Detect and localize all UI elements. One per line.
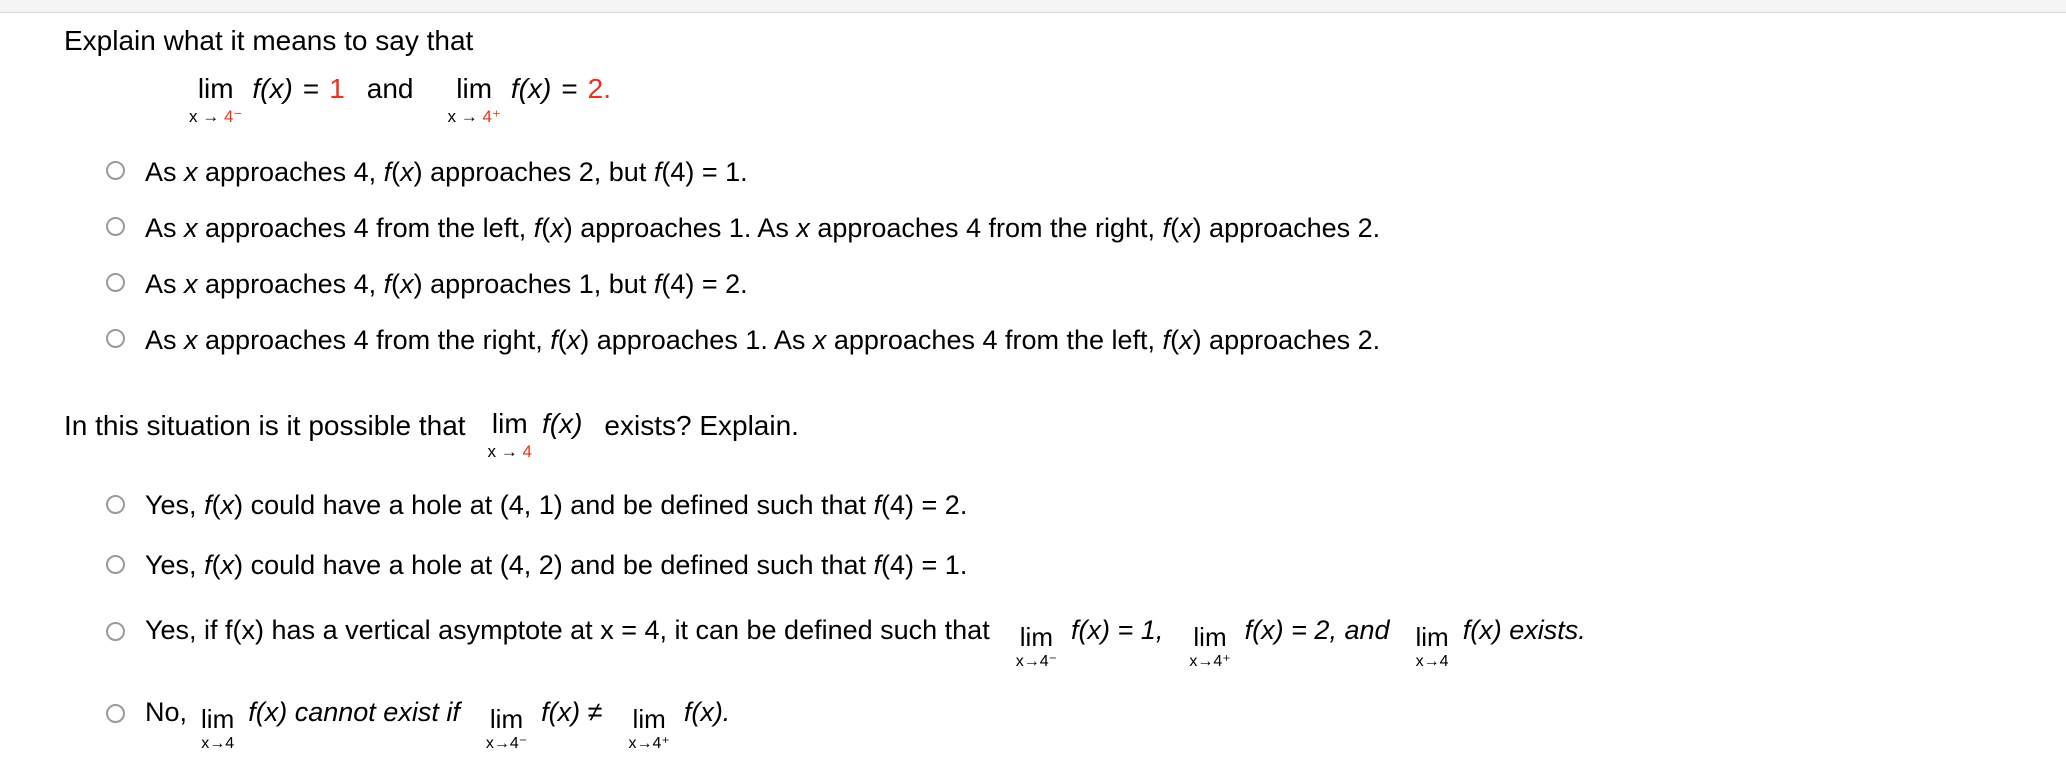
equals-left: = [302, 73, 320, 104]
limit-operator: lim [632, 704, 666, 734]
limit-left-minus: lim x → 4⁻ [189, 74, 242, 127]
option-row[interactable]: As x approaches 4 from the right, f(x) a… [64, 323, 2044, 357]
limit-value-right: 2. [587, 73, 612, 104]
limit-two-sided: lim x→4 [1416, 624, 1449, 671]
option-segment: No, [145, 697, 188, 727]
limit-value-left: 1 [329, 73, 345, 104]
limit-sub-value: 4⁺ [482, 107, 501, 126]
limit-operator: lim [201, 704, 235, 734]
option-segment: Yes, if f(x) has a vertical asymptote at… [145, 615, 990, 645]
limit-sub-prefix: x → [189, 107, 224, 126]
top-bar [0, 0, 2066, 13]
limit-subscript: x→4⁻ [1015, 653, 1058, 670]
limit-subscript: x → 4⁺ [447, 107, 500, 127]
question-page: Explain what it means to say that lim x … [0, 14, 2066, 764]
equation-conjunction: and [366, 73, 414, 104]
option-label: As x approaches 4 from the right, f(x) a… [145, 325, 1381, 355]
radio-button[interactable] [106, 329, 125, 348]
limit-operator: lim [1193, 622, 1227, 652]
radio-button[interactable] [106, 161, 125, 180]
question-2-prompt-before: In this situation is it possible that [64, 410, 466, 441]
option-label: Yes, f(x) could have a hole at (4, 1) an… [145, 490, 968, 520]
option-row[interactable]: As x approaches 4, f(x) approaches 2, bu… [64, 155, 2044, 189]
option-segment: f(x) exists. [1462, 615, 1586, 645]
limit-right-plus: lim x→4⁺ [1189, 624, 1230, 671]
limit-two-sided: lim x→4 [201, 706, 234, 753]
question-2-prompt: In this situation is it possible that li… [64, 409, 2044, 462]
limit-operator: lim [456, 73, 493, 104]
option-segment: f(x) = 1, [1071, 615, 1164, 645]
option-row[interactable]: As x approaches 4, f(x) approaches 1, bu… [64, 267, 2044, 301]
question-content: Explain what it means to say that lim x … [64, 22, 2044, 772]
radio-button[interactable] [106, 622, 125, 641]
limit-operator: lim [489, 704, 524, 734]
limit-operator: lim [1019, 622, 1053, 652]
option-row[interactable]: Yes, f(x) could have a hole at (4, 2) an… [64, 548, 2044, 582]
limit-subscript: x → 4 [488, 442, 532, 462]
question-2-block: In this situation is it possible that li… [64, 409, 2044, 753]
limit-subscript: x→4 [201, 735, 235, 752]
question-1-equation: lim x → 4⁻ f(x) = 1 and lim x → 4⁺ f(x) [189, 74, 2044, 127]
option-label: As x approaches 4, f(x) approaches 2, bu… [145, 157, 748, 187]
option-label: As x approaches 4, f(x) approaches 1, bu… [145, 269, 748, 299]
limit-operator: lim [1415, 622, 1449, 652]
radio-button[interactable] [106, 704, 125, 723]
limit-subscript: x→4⁺ [1189, 653, 1231, 670]
radio-button[interactable] [106, 495, 125, 514]
option-row[interactable]: Yes, f(x) could have a hole at (4, 1) an… [64, 488, 2044, 522]
option-segment: f(x). [683, 697, 731, 727]
question-1-block: Explain what it means to say that lim x … [64, 22, 2044, 357]
radio-button[interactable] [106, 555, 125, 574]
question-1-prompt: Explain what it means to say that [64, 25, 474, 56]
option-label: Yes, f(x) could have a hole at (4, 2) an… [145, 550, 968, 580]
limit-left-minus: lim x→4⁻ [1016, 624, 1057, 671]
limit-sub-value: 4 [522, 442, 532, 461]
limit-operator: lim [197, 73, 234, 104]
limit-subscript: x→4 [1415, 653, 1449, 670]
limit-operator: lim [491, 408, 528, 439]
limit-left-minus: lim x→4⁻ [486, 706, 527, 753]
radio-button[interactable] [106, 273, 125, 292]
option-segment: f(x) = 2, and [1244, 615, 1390, 645]
limit-two-sided: lim x → 4 [488, 409, 532, 462]
option-label: No, lim x→4 f(x) cannot exist if lim x→4⁻ f(x)… [145, 690, 731, 752]
option-row[interactable]: No, lim x→4 f(x) cannot exist if lim x→4⁻ f(x)… [64, 690, 2044, 752]
limit-subscript: x→4⁺ [628, 735, 670, 752]
question-2-prompt-after: exists? Explain. [604, 410, 799, 441]
limit-sub-prefix: x → [487, 442, 523, 461]
option-label: As x approaches 4 from the left, f(x) ap… [145, 213, 1381, 243]
limit-subscript: x → 4⁻ [189, 107, 242, 127]
function-left: f(x) [252, 73, 293, 104]
option-row[interactable]: As x approaches 4 from the left, f(x) ap… [64, 211, 2044, 245]
question-1-options: As x approaches 4, f(x) approaches 2, bu… [64, 155, 2044, 357]
option-segment: f(x) cannot exist if [248, 697, 460, 727]
limit-sub-value: 4⁻ [223, 107, 243, 126]
equals-right: = [561, 73, 578, 104]
option-label: Yes, if f(x) has a vertical asymptote at… [145, 608, 1586, 670]
option-segment: f(x) ≠ [541, 697, 603, 727]
limit-right-plus: lim x → 4⁺ [447, 74, 500, 127]
radio-button[interactable] [106, 217, 125, 236]
limit-subscript: x→4⁻ [485, 735, 528, 752]
limit-right-plus: lim x→4⁺ [628, 706, 669, 753]
option-row[interactable]: Yes, if f(x) has a vertical asymptote at… [64, 608, 2044, 670]
question-2-options: Yes, f(x) could have a hole at (4, 1) an… [64, 488, 2044, 752]
limit-sub-prefix: x → [447, 107, 483, 126]
limit-function: f(x) [541, 408, 583, 439]
function-right: f(x) [510, 73, 552, 104]
